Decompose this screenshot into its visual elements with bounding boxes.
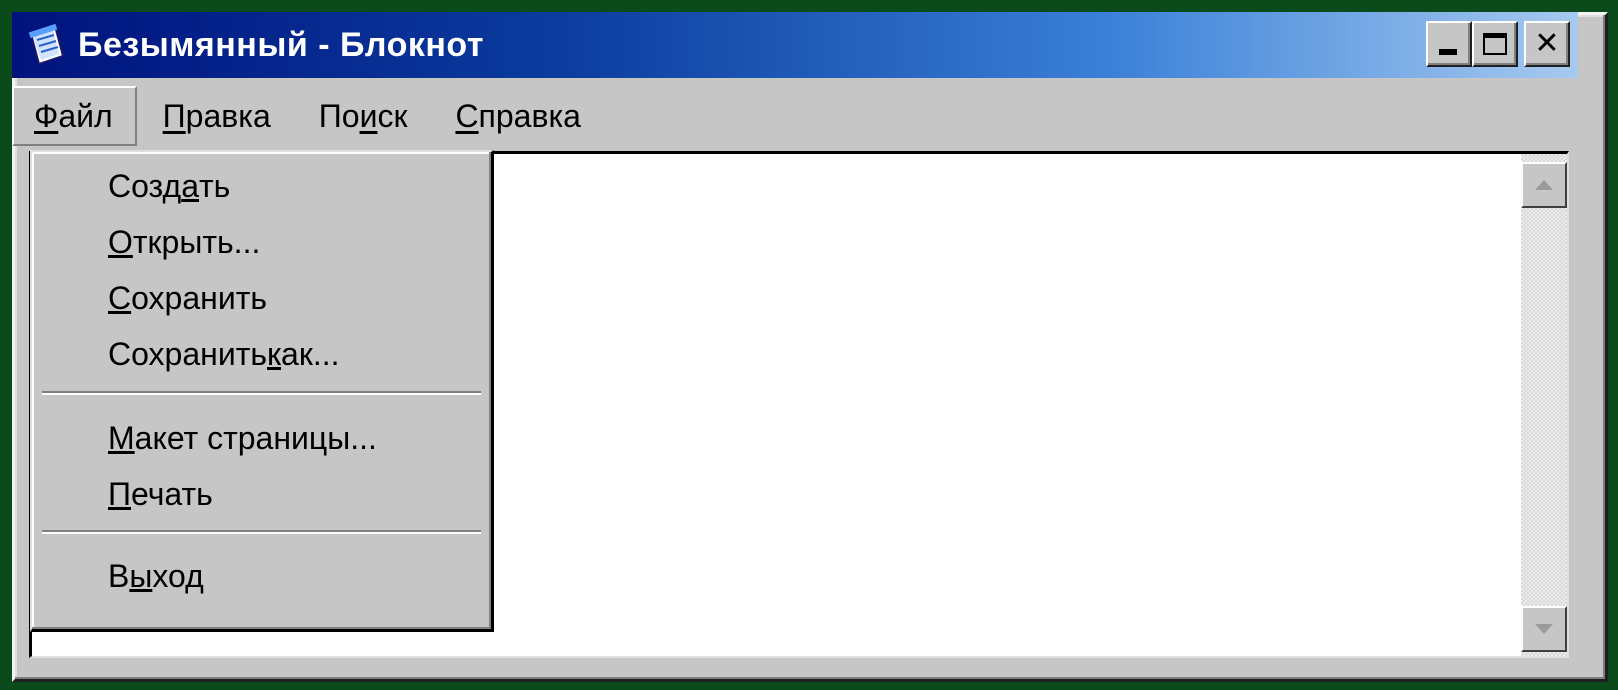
scroll-up-arrow-icon (1535, 180, 1553, 190)
file-menu-dropdown: Созд а ть Открыть... Сохранить Сохранить к… (30, 150, 494, 632)
menu-item-exit[interactable]: Вы ход (108, 552, 204, 600)
minimize-button[interactable] (1426, 21, 1472, 67)
menu-help[interactable]: Справка (435, 86, 603, 146)
menu-separator (42, 391, 481, 395)
menu-item-page-setup[interactable]: Макет страницы... (108, 414, 377, 462)
menu-bar: Файл Правка Поиск Справка (12, 84, 609, 148)
menu-item-save[interactable]: Сохранить (108, 274, 267, 322)
menu-item-open[interactable]: Открыть... (108, 218, 260, 266)
title-bar[interactable]: Безымянный - Блокнот ✕ (12, 12, 1578, 78)
close-icon: ✕ (1534, 27, 1560, 60)
window-title: Безымянный - Блокнот (78, 25, 484, 64)
menu-file-label: Файл (34, 97, 113, 134)
menu-edit[interactable]: Правка (143, 86, 293, 146)
scroll-down-arrow-icon (1535, 624, 1553, 634)
scroll-down-button[interactable] (1521, 606, 1567, 652)
menu-separator (42, 530, 481, 534)
window-controls: ✕ (1426, 21, 1570, 67)
menu-item-save-as[interactable]: Сохранить к ак... (108, 330, 339, 378)
menu-edit-label: Правка (162, 97, 271, 134)
menu-search-label: Поиск (318, 97, 408, 134)
minimize-icon (1439, 49, 1457, 55)
close-button[interactable]: ✕ (1524, 21, 1570, 67)
menu-item-new[interactable]: Созд а ть (108, 162, 230, 210)
menu-help-label: Справка (455, 97, 581, 134)
menu-search[interactable]: Поиск (299, 86, 430, 146)
menu-item-print[interactable]: Печать (108, 470, 213, 518)
menu-file[interactable]: Файл (12, 86, 137, 146)
vertical-scrollbar[interactable] (1521, 154, 1567, 656)
maximize-button[interactable] (1472, 21, 1518, 67)
maximize-icon (1483, 33, 1507, 55)
notepad-icon[interactable] (20, 19, 72, 71)
scroll-up-button[interactable] (1521, 162, 1567, 208)
